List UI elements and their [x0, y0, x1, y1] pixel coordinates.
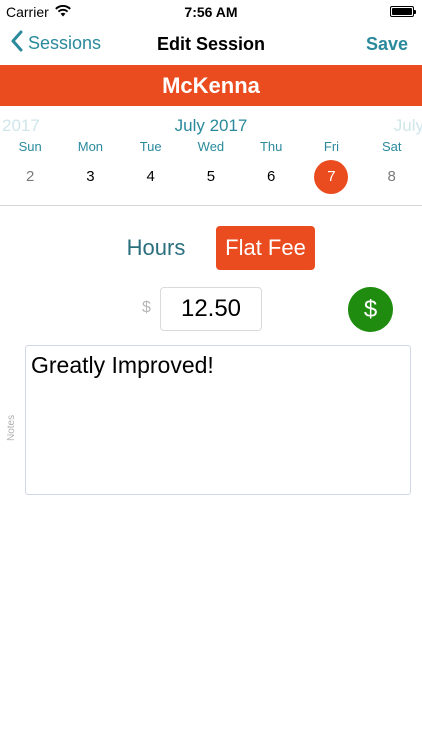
amount-input[interactable]	[160, 287, 262, 331]
month-current-label: July 2017	[174, 116, 248, 135]
day-row: 2 3 4 5 6 7 8	[0, 160, 422, 194]
day-cell[interactable]: 3	[60, 160, 120, 194]
navigation-bar: Sessions Edit Session Save	[0, 24, 422, 64]
weekday-mon: Mon	[77, 139, 104, 154]
flat-fee-option[interactable]: Flat Fee	[216, 226, 315, 270]
month-row: 2017 July 2017 July	[0, 114, 422, 136]
notes-label: Notes	[6, 414, 17, 441]
weekday-sun: Sun	[18, 139, 42, 154]
currency-symbol: $	[142, 299, 151, 316]
month-next-label[interactable]: July	[394, 116, 422, 136]
week-calendar: 2017 July 2017 July Sun Mon Tue Wed Thu …	[0, 106, 422, 206]
status-bar: Carrier 7:56 AM	[0, 0, 422, 24]
amount-row: $ $	[0, 287, 422, 332]
day-number: 6	[267, 168, 276, 185]
battery-icon	[390, 6, 416, 17]
day-cell[interactable]: 6	[241, 160, 301, 194]
day-number: 4	[146, 168, 155, 185]
dollar-button[interactable]: $	[348, 287, 393, 332]
rate-type-toggle: Hours Flat Fee	[0, 226, 422, 270]
status-time: 7:56 AM	[184, 4, 238, 20]
day-cell[interactable]: 8	[362, 160, 422, 194]
notes-textarea[interactable]: Greatly Improved!	[25, 345, 411, 495]
day-number: 8	[387, 168, 396, 185]
weekday-tue: Tue	[139, 139, 162, 154]
day-number: 5	[206, 168, 216, 185]
day-cell[interactable]: 4	[121, 160, 181, 194]
save-button[interactable]: Save	[366, 34, 408, 55]
weekday-fri: Fri	[323, 139, 340, 154]
weekday-sat: Sat	[381, 139, 402, 154]
battery-fill	[392, 8, 412, 15]
chevron-left-icon	[10, 30, 24, 57]
back-button[interactable]: Sessions	[10, 30, 101, 57]
day-number: 2	[25, 168, 35, 185]
day-cell[interactable]: 2	[0, 160, 60, 194]
hours-option[interactable]: Hours	[110, 232, 202, 264]
day-number: 3	[86, 168, 95, 185]
weekday-thu: Thu	[259, 139, 283, 154]
day-number: 7	[314, 160, 349, 194]
weekday-row: Sun Mon Tue Wed Thu Fri Sat	[0, 139, 422, 154]
weekday-wed: Wed	[197, 139, 225, 154]
day-cell-selected[interactable]: 7	[301, 160, 361, 194]
day-cell[interactable]: 5	[181, 160, 241, 194]
client-name-header[interactable]: McKenna	[0, 65, 422, 106]
back-label: Sessions	[28, 33, 102, 53]
